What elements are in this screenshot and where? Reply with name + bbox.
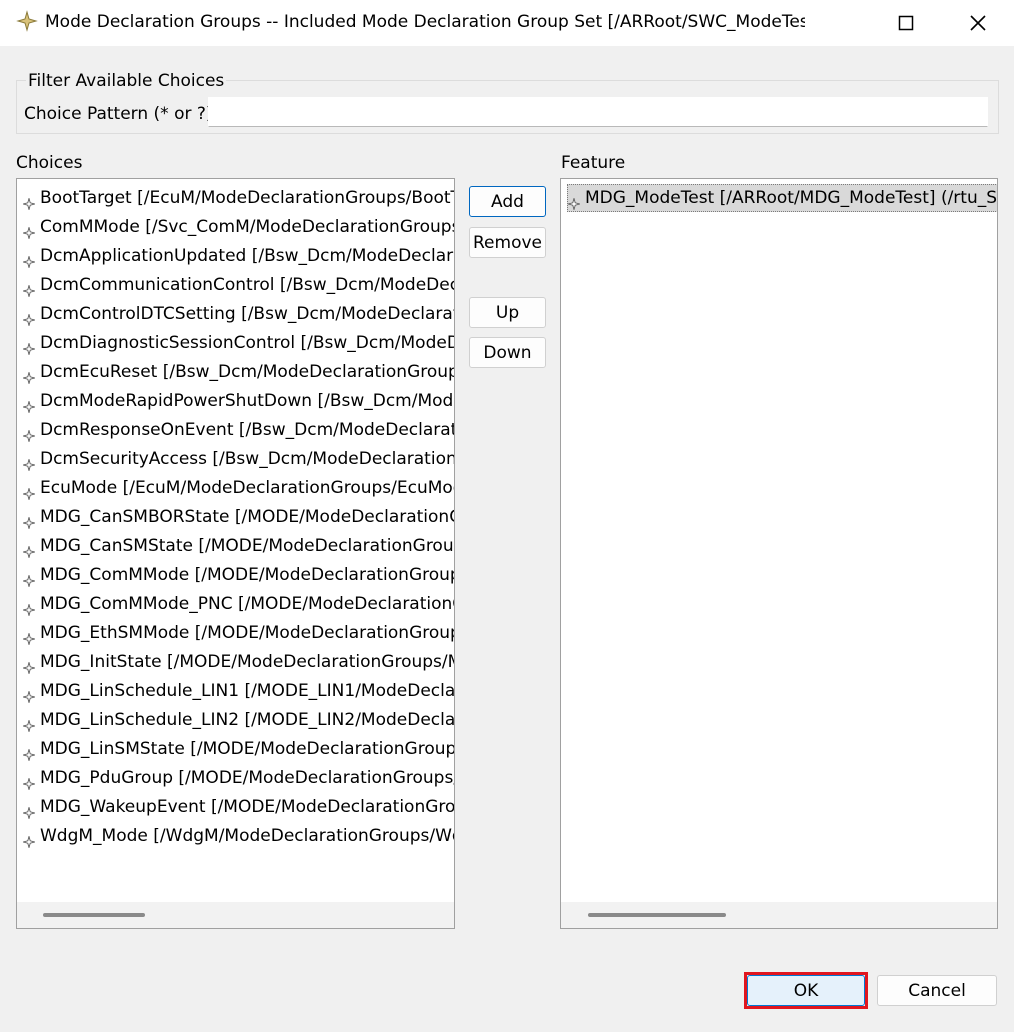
mode-group-icon <box>21 366 37 386</box>
maximize-icon <box>898 15 914 31</box>
mode-group-icon <box>21 801 37 821</box>
list-item[interactable]: MDG_InitState [/MODE/ModeDeclarationGrou… <box>21 649 454 676</box>
title-bar: Mode Declaration Groups -- Included Mode… <box>0 0 1014 46</box>
mode-group-icon <box>21 395 37 415</box>
list-item-label: MDG_LinSchedule_LIN2 [/MODE_LIN2/ModeDec… <box>40 710 455 730</box>
list-item-label: MDG_LinSchedule_LIN1 [/MODE_LIN1/ModeDec… <box>40 681 455 701</box>
list-item-label: MDG_EthSMMode [/MODE/ModeDeclarationGrou… <box>40 623 454 643</box>
mode-group-icon <box>21 192 37 212</box>
list-item[interactable]: MDG_ComMMode [/MODE/ModeDeclarationGroup… <box>21 562 454 589</box>
list-item[interactable]: MDG_LinSMState [/MODE/ModeDeclarationGro… <box>21 736 455 763</box>
list-item-label: DcmControlDTCSetting [/Bsw_Dcm/ModeDecla… <box>40 304 454 324</box>
mode-group-icon <box>21 279 37 299</box>
list-item-label: DcmModeRapidPowerShutDown [/Bsw_Dcm/Mode… <box>40 391 455 411</box>
mode-group-icon <box>21 569 37 589</box>
ok-button[interactable]: OK <box>747 975 865 1006</box>
close-button[interactable] <box>946 0 1010 46</box>
list-item[interactable]: DcmModeRapidPowerShutDown [/Bsw_Dcm/Mode… <box>21 388 455 415</box>
feature-horizontal-scrollbar[interactable] <box>561 902 997 928</box>
mode-group-icon <box>21 743 37 763</box>
mode-group-icon <box>21 337 37 357</box>
list-item[interactable]: MDG_LinSchedule_LIN2 [/MODE_LIN2/ModeDec… <box>21 707 455 734</box>
list-item-label: MDG_ComMMode [/MODE/ModeDeclarationGroup… <box>40 565 454 585</box>
window-title: Mode Declaration Groups -- Included Mode… <box>45 12 805 32</box>
cancel-button[interactable]: Cancel <box>877 975 997 1006</box>
up-button[interactable]: Up <box>469 297 546 328</box>
mode-group-icon <box>21 598 37 618</box>
feature-list[interactable]: MDG_ModeTest [/ARRoot/MDG_ModeTest] (/rt… <box>560 178 998 929</box>
list-item-label: DcmDiagnosticSessionControl [/Bsw_Dcm/Mo… <box>40 333 455 353</box>
filter-group-label: Filter Available Choices <box>26 71 227 91</box>
list-item[interactable]: MDG_LinSchedule_LIN1 [/MODE_LIN1/ModeDec… <box>21 678 455 705</box>
list-item-label: ComMMode [/Svc_ComM/ModeDeclarationGroup… <box>40 217 454 237</box>
list-item[interactable]: DcmResponseOnEvent [/Bsw_Dcm/ModeDeclara… <box>21 417 454 444</box>
mode-group-icon <box>21 250 37 270</box>
list-item[interactable]: WdgM_Mode [/WdgM/ModeDeclarationGroups/W… <box>21 823 454 850</box>
list-item[interactable]: MDG_EthSMMode [/MODE/ModeDeclarationGrou… <box>21 620 454 647</box>
list-item-label: MDG_CanSMState [/MODE/ModeDeclarationGro… <box>40 536 454 556</box>
list-item[interactable]: MDG_ModeTest [/ARRoot/MDG_ModeTest] (/rt… <box>566 184 998 212</box>
list-item[interactable]: DcmSecurityAccess [/Bsw_Dcm/ModeDeclarat… <box>21 446 455 473</box>
list-item[interactable]: MDG_PduGroup [/MODE/ModeDeclarationGroup… <box>21 765 454 792</box>
mode-group-icon <box>21 424 37 444</box>
list-item[interactable]: BootTarget [/EcuM/ModeDeclarationGroups/… <box>21 185 454 212</box>
choices-horizontal-scrollbar[interactable] <box>17 902 454 928</box>
mode-group-icon <box>21 656 37 676</box>
list-item-label: MDG_WakeupEvent [/MODE/ModeDeclarationGr… <box>40 797 455 817</box>
list-item-label: MDG_ModeTest [/ARRoot/MDG_ModeTest] (/rt… <box>585 188 998 208</box>
list-item-label: BootTarget [/EcuM/ModeDeclarationGroups/… <box>40 188 454 208</box>
mode-group-icon <box>566 192 582 212</box>
list-item[interactable]: DcmDiagnosticSessionControl [/Bsw_Dcm/Mo… <box>21 330 455 357</box>
list-item-label: DcmCommunicationControl [/Bsw_Dcm/ModeDe… <box>40 275 454 295</box>
list-item-label: MDG_LinSMState [/MODE/ModeDeclarationGro… <box>40 739 455 759</box>
remove-button[interactable]: Remove <box>469 227 546 258</box>
list-item[interactable]: DcmCommunicationControl [/Bsw_Dcm/ModeDe… <box>21 272 454 299</box>
list-item[interactable]: ComMMode [/Svc_ComM/ModeDeclarationGroup… <box>21 214 454 241</box>
down-button[interactable]: Down <box>469 337 546 368</box>
choices-label: Choices <box>16 153 83 173</box>
mode-group-icon <box>21 830 37 850</box>
maximize-button[interactable] <box>874 0 938 46</box>
mode-group-icon <box>21 453 37 473</box>
list-item-label: DcmEcuReset [/Bsw_Dcm/ModeDeclarationGro… <box>40 362 454 382</box>
mode-group-icon <box>21 511 37 531</box>
list-item[interactable]: DcmControlDTCSetting [/Bsw_Dcm/ModeDecla… <box>21 301 454 328</box>
list-item-label: MDG_ComMMode_PNC [/MODE/ModeDeclarationG… <box>40 594 455 614</box>
list-item-label: DcmSecurityAccess [/Bsw_Dcm/ModeDeclarat… <box>40 449 455 469</box>
list-item-label: DcmResponseOnEvent [/Bsw_Dcm/ModeDeclara… <box>40 420 454 440</box>
close-icon <box>970 15 986 31</box>
list-item[interactable]: MDG_ComMMode_PNC [/MODE/ModeDeclarationG… <box>21 591 455 618</box>
app-icon <box>16 10 38 32</box>
list-item-label: MDG_CanSMBORState [/MODE/ModeDeclaration… <box>40 507 455 527</box>
mode-group-icon <box>21 772 37 792</box>
list-item[interactable]: EcuMode [/EcuM/ModeDeclarationGroups/Ecu… <box>21 475 455 502</box>
mode-group-icon <box>21 685 37 705</box>
add-button[interactable]: Add <box>469 186 546 217</box>
list-item-label: WdgM_Mode [/WdgM/ModeDeclarationGroups/W… <box>40 826 454 846</box>
list-item-label: EcuMode [/EcuM/ModeDeclarationGroups/Ecu… <box>40 478 455 498</box>
list-item-label: DcmApplicationUpdated [/Bsw_Dcm/ModeDecl… <box>40 246 454 266</box>
list-item[interactable]: MDG_CanSMState [/MODE/ModeDeclarationGro… <box>21 533 454 560</box>
feature-label: Feature <box>561 153 626 173</box>
choices-list[interactable]: WdgM_Mode [/WdgM/ModeDeclarationGroups/W… <box>16 178 455 929</box>
list-item[interactable]: MDG_WakeupEvent [/MODE/ModeDeclarationGr… <box>21 794 455 821</box>
mode-group-icon <box>21 308 37 328</box>
mode-group-icon <box>21 714 37 734</box>
choice-pattern-label: Choice Pattern (* or ?) <box>24 104 213 124</box>
list-item[interactable]: DcmEcuReset [/Bsw_Dcm/ModeDeclarationGro… <box>21 359 454 386</box>
list-item-label: MDG_PduGroup [/MODE/ModeDeclarationGroup… <box>40 768 454 788</box>
list-item[interactable]: MDG_CanSMBORState [/MODE/ModeDeclaration… <box>21 504 455 531</box>
feature-scrollbar-thumb[interactable] <box>588 913 726 917</box>
mode-group-icon <box>21 540 37 560</box>
choice-pattern-input[interactable] <box>208 97 988 127</box>
mode-group-icon <box>21 482 37 502</box>
list-item-label: MDG_InitState [/MODE/ModeDeclarationGrou… <box>40 652 454 672</box>
list-item[interactable]: DcmApplicationUpdated [/Bsw_Dcm/ModeDecl… <box>21 243 454 270</box>
mode-group-icon <box>21 221 37 241</box>
mode-group-icon <box>21 627 37 647</box>
choices-scrollbar-thumb[interactable] <box>43 913 145 917</box>
